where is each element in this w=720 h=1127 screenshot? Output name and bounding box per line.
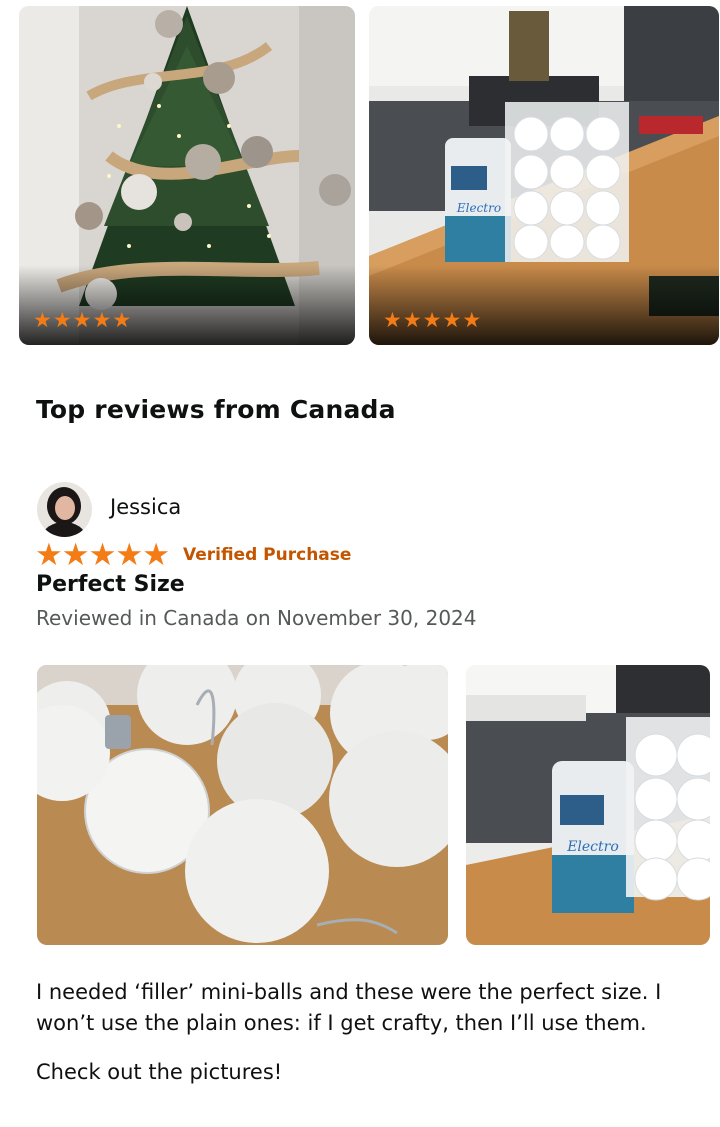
star-icon: ★	[88, 537, 117, 573]
review-photo-ornaments[interactable]	[37, 665, 448, 945]
star-icon: ★	[383, 308, 402, 332]
can-name-text: Electro	[566, 839, 619, 855]
review-paragraph: Check out the pictures!	[36, 1060, 283, 1084]
star-icon: ★	[35, 537, 63, 573]
star-icon: ★	[72, 308, 92, 332]
star-icon: ★	[462, 308, 482, 332]
image-shade	[369, 265, 719, 345]
star-icon: ★	[112, 308, 132, 332]
avatar-image	[37, 482, 92, 537]
star-icon: ★	[52, 308, 72, 332]
box-photo: Electro	[466, 665, 710, 945]
review-paragraph: I needed ‘filler’ mini-balls and these w…	[36, 980, 662, 1035]
ornaments-photo	[37, 665, 448, 945]
star-icon: ★	[402, 308, 422, 332]
reviewer-avatar[interactable]	[37, 482, 92, 537]
review-title: Perfect Size	[36, 572, 185, 597]
star-icon: ★	[142, 537, 170, 573]
star-icon: ★	[422, 308, 442, 332]
star-icon: ★	[61, 537, 90, 573]
gallery-image-tree[interactable]: ★ ★ ★ ★ ★	[19, 6, 355, 345]
review-date: Reviewed in Canada on November 30, 2024	[36, 606, 477, 630]
can-name-text: Electro	[456, 201, 501, 215]
tile-star-rating: ★ ★ ★ ★ ★	[383, 309, 481, 331]
verified-purchase-badge: Verified Purchase	[182, 545, 352, 565]
reviewer-name[interactable]: Jessica	[110, 495, 181, 519]
star-icon: ★	[33, 308, 52, 332]
star-icon: ★	[115, 537, 144, 573]
review-photo-box[interactable]: Electro	[466, 665, 710, 945]
star-icon: ★	[442, 308, 462, 332]
image-shade	[19, 265, 355, 345]
star-icon: ★	[92, 308, 112, 332]
review-body: I needed ‘filler’ mini-balls and these w…	[36, 977, 704, 1088]
customer-image-gallery: ★ ★ ★ ★ ★ Electro ★ ★ ★ ★ ★	[0, 6, 720, 346]
gallery-image-box[interactable]: Electro ★ ★ ★ ★ ★	[369, 6, 719, 345]
section-title: Top reviews from Canada	[36, 395, 396, 424]
review-rating-row: ★ ★ ★ ★ ★ Verified Purchase	[35, 539, 351, 571]
review-star-rating: ★ ★ ★ ★ ★	[35, 537, 170, 573]
tile-star-rating: ★ ★ ★ ★ ★	[33, 309, 131, 331]
